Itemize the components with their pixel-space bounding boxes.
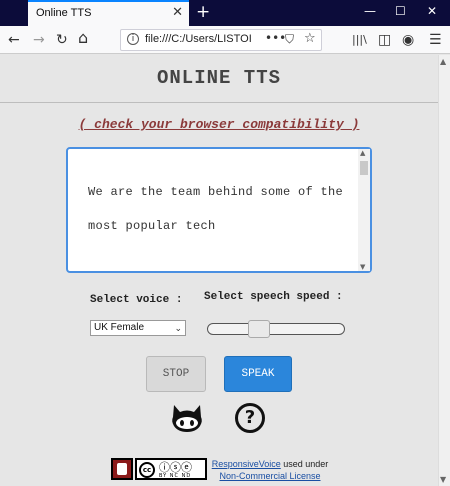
scroll-up-icon[interactable]: ▲	[360, 149, 365, 157]
reload-icon[interactable]: ↻	[56, 31, 68, 49]
url-text[interactable]: file:///C:/Users/LISTOI	[145, 33, 255, 45]
tab-title: Online TTS	[36, 7, 92, 19]
new-tab-icon[interactable]: +	[196, 2, 210, 22]
select-voice-label: Select voice :	[90, 294, 183, 306]
page-title: ONLINE TTS	[156, 67, 282, 89]
text-input-area[interactable]: We are the team behind some of the most …	[66, 147, 372, 273]
sidebar-icon[interactable]: ◫	[378, 31, 391, 49]
menu-icon[interactable]: ☰	[429, 31, 442, 49]
page-scrollbar[interactable]: ▲ ▼	[438, 55, 450, 486]
help-icon[interactable]: ?	[235, 403, 265, 433]
footer-text: ResponsiveVoice used under Non-Commercia…	[205, 458, 335, 482]
minimize-icon[interactable]: —	[364, 4, 376, 18]
page-header: ONLINE TTS	[0, 55, 438, 103]
textarea-scroll-thumb[interactable]	[360, 161, 368, 175]
nav-bar: ← → ↻ ⌂ i file:///C:/Users/LISTOI ••• ⛉ …	[0, 26, 450, 54]
pocket-icon[interactable]: ⛉	[285, 32, 294, 47]
forward-icon[interactable]: →	[33, 31, 45, 49]
browser-compatibility-link[interactable]: ( check your browser compatibility )	[0, 117, 438, 132]
close-window-icon[interactable]: ✕	[427, 4, 437, 18]
maximize-icon[interactable]: ☐	[395, 4, 406, 18]
account-icon[interactable]: ◉	[402, 31, 414, 49]
library-icon[interactable]: |||\	[352, 31, 367, 49]
page-scroll-down-icon[interactable]: ▼	[440, 475, 446, 484]
voice-select-value: UK Female	[94, 322, 145, 333]
voice-select[interactable]: UK Female ⌄	[90, 320, 186, 336]
cc-icon: cc	[139, 462, 155, 478]
speak-button[interactable]: SPEAK	[224, 356, 292, 392]
responsivevoice-link[interactable]: ResponsiveVoice	[212, 459, 281, 469]
stop-button[interactable]: STOP	[146, 356, 206, 392]
speed-slider[interactable]	[207, 323, 345, 335]
creative-commons-badge: cc ⓘⓢⓔ BY NC ND	[135, 458, 207, 480]
home-icon[interactable]: ⌂	[78, 29, 88, 47]
tab-online-tts[interactable]: Online TTS ✕	[28, 0, 189, 26]
chevron-down-icon: ⌄	[174, 323, 182, 333]
textarea-scrollbar[interactable]: ▲ ▼	[358, 149, 370, 271]
text-input-value[interactable]: We are the team behind some of the most …	[88, 175, 348, 243]
bookmark-star-icon[interactable]: ☆	[304, 31, 316, 46]
license-terms: BY NC ND	[159, 473, 192, 479]
tab-bar: Online TTS ✕ + — ☐ ✕	[0, 0, 450, 26]
info-icon[interactable]: i	[127, 33, 139, 45]
page-content: ONLINE TTS ( check your browser compatib…	[0, 55, 438, 486]
license-link[interactable]: Non-Commercial License	[219, 471, 320, 481]
select-speed-label: Select speech speed :	[204, 291, 343, 303]
back-icon[interactable]: ←	[8, 31, 20, 49]
footer-used-under: used under	[280, 459, 329, 469]
github-icon[interactable]	[170, 403, 204, 433]
scroll-down-icon[interactable]: ▼	[360, 263, 365, 271]
responsivevoice-logo-icon	[111, 458, 133, 480]
speed-slider-thumb[interactable]	[247, 320, 270, 338]
url-bar[interactable]: i file:///C:/Users/LISTOI ••• ⛉ ☆	[120, 29, 322, 51]
license-footer: cc ⓘⓢⓔ BY NC ND ResponsiveVoice used und…	[111, 458, 331, 482]
page-scroll-up-icon[interactable]: ▲	[440, 57, 446, 66]
tab-close-icon[interactable]: ✕	[172, 5, 183, 20]
page-actions-icon[interactable]: •••	[265, 31, 286, 45]
